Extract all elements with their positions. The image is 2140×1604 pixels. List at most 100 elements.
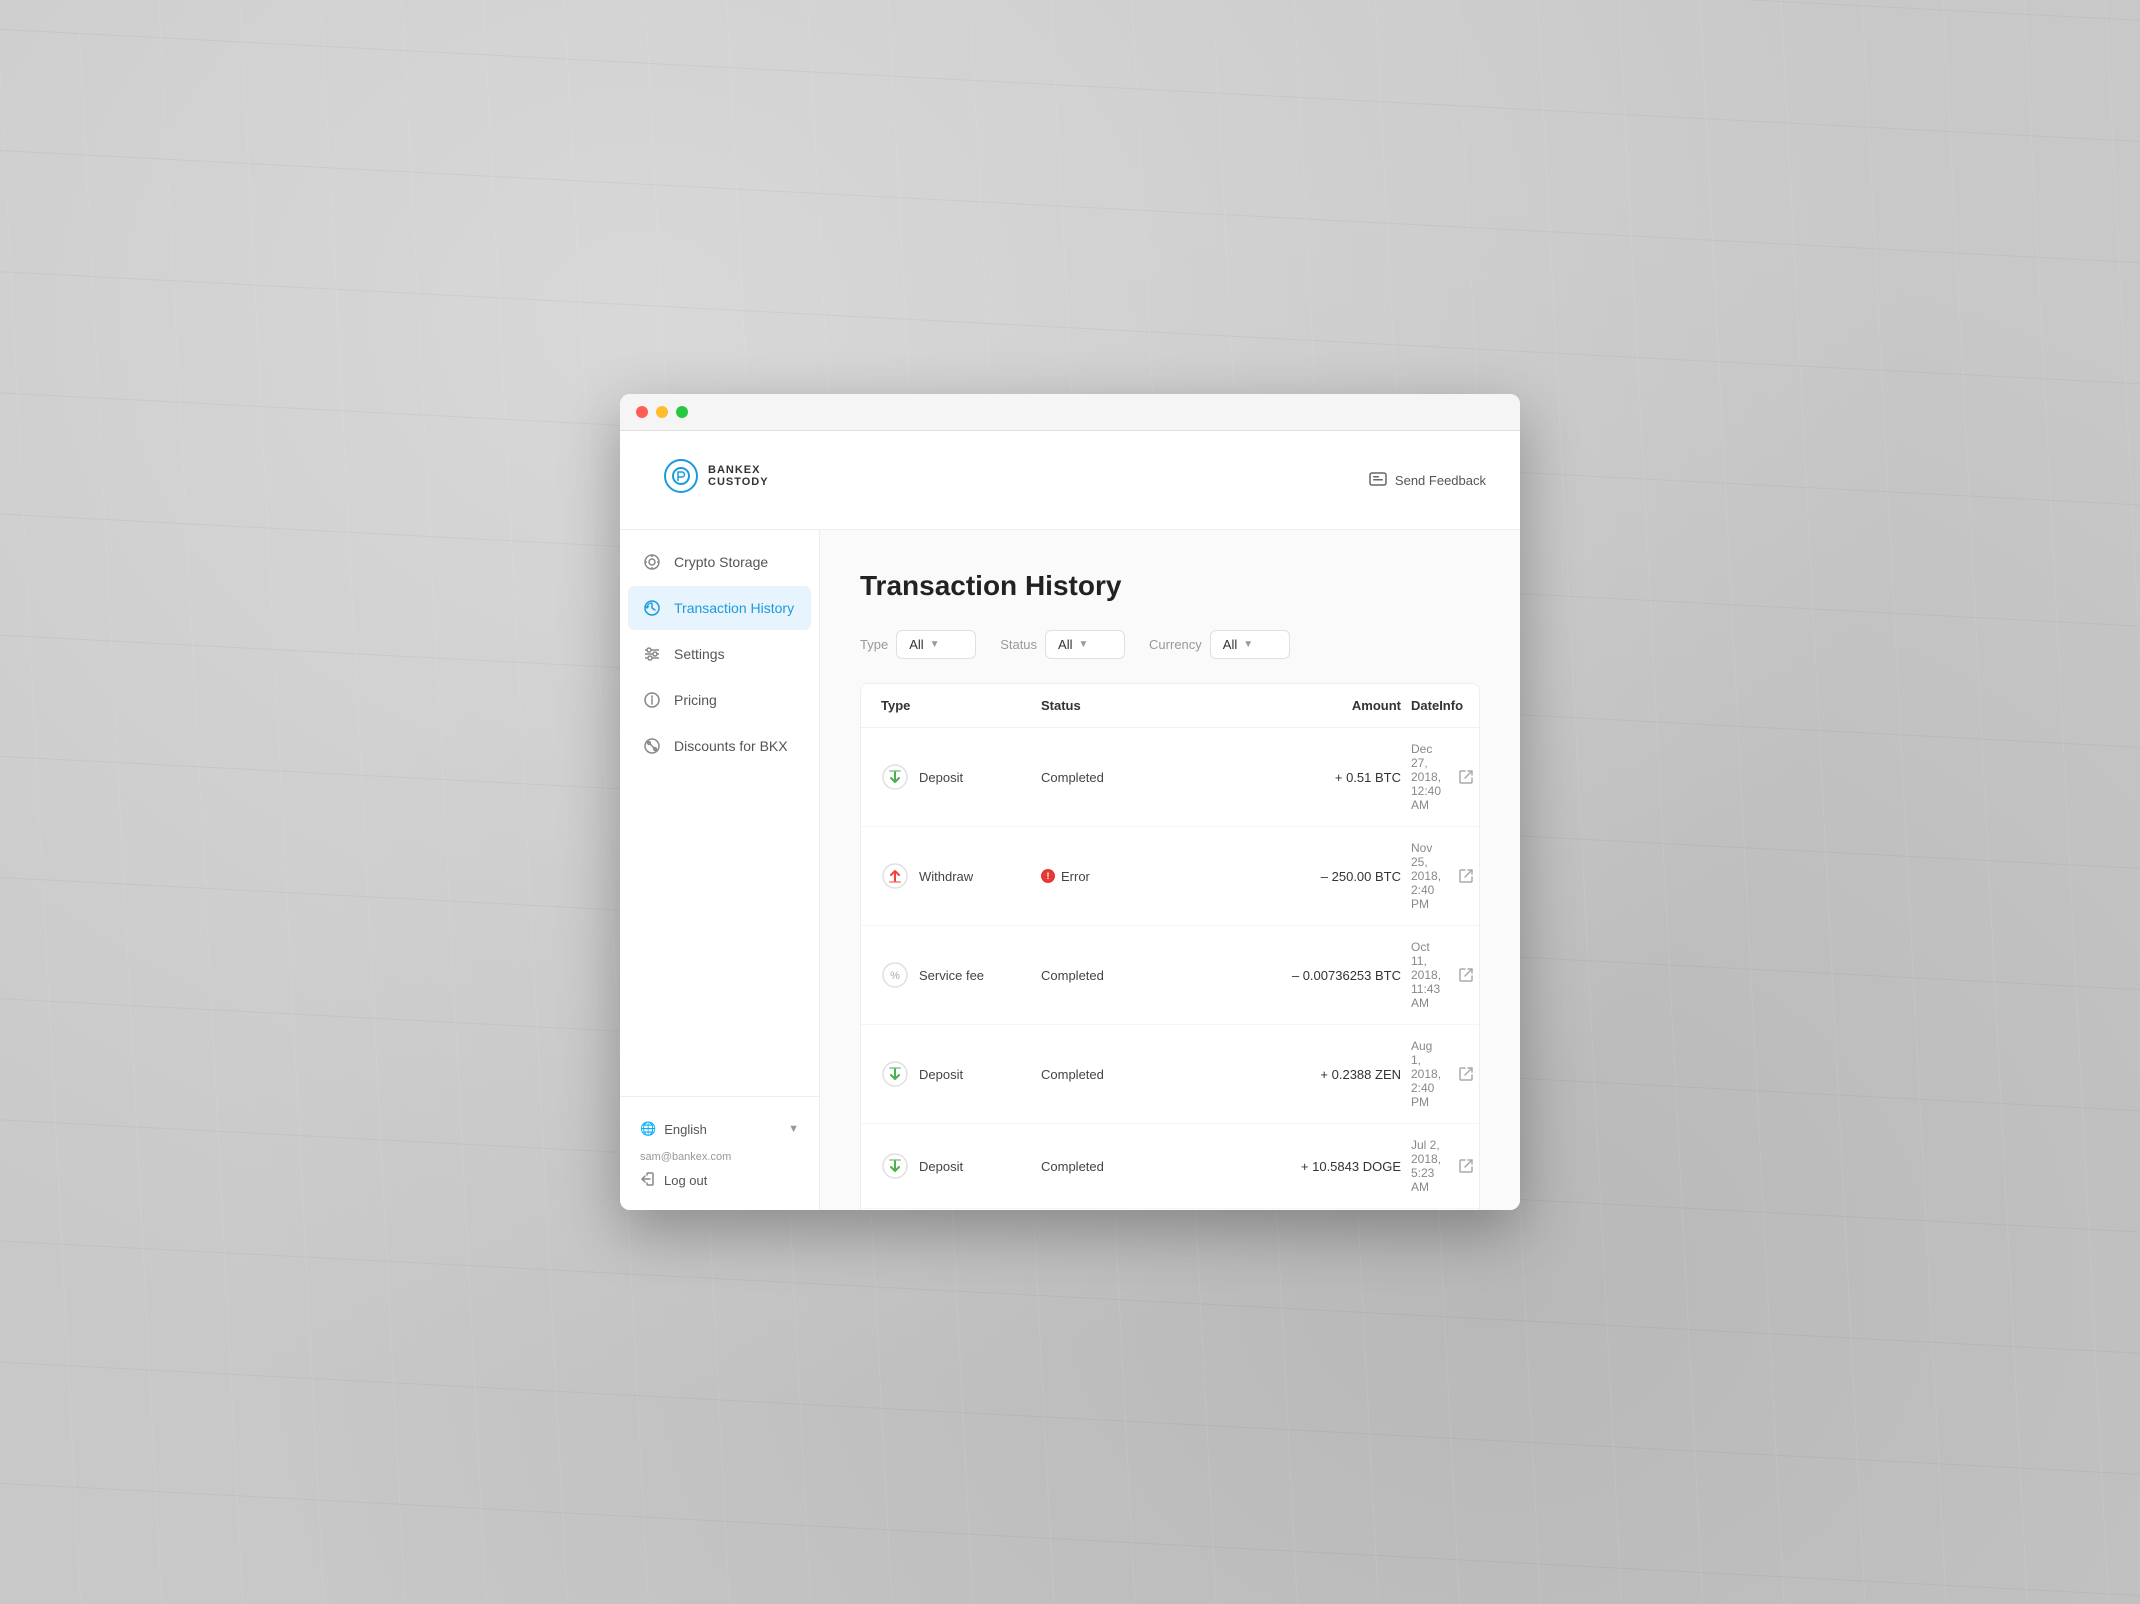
logo: BANKEX CUSTODY <box>644 443 789 517</box>
settings-label: Settings <box>674 646 725 662</box>
type-filter-select[interactable]: All ▼ <box>896 630 976 659</box>
sidebar-item-pricing[interactable]: Pricing <box>628 678 811 722</box>
error-dot-icon: ! <box>1041 869 1055 883</box>
app-header: BANKEX CUSTODY Send Feedback <box>620 431 1520 530</box>
info-cell[interactable] <box>1441 1064 1480 1084</box>
language-chevron-icon: ▼ <box>788 1123 799 1135</box>
main-content: Transaction History Type All ▼ Status Al… <box>820 530 1520 1210</box>
pricing-icon <box>642 690 662 710</box>
status-filter-group: Status All ▼ <box>1000 630 1125 659</box>
type-cell: % Service fee <box>881 961 1041 989</box>
error-status: ! Error <box>1041 869 1201 884</box>
info-cell[interactable] <box>1441 866 1480 886</box>
maximize-btn[interactable] <box>676 406 688 418</box>
sidebar-item-settings[interactable]: Settings <box>628 632 811 676</box>
crypto-storage-label: Crypto Storage <box>674 554 768 570</box>
info-link-icon[interactable] <box>1456 866 1476 886</box>
info-link-icon[interactable] <box>1456 1156 1476 1176</box>
sidebar-item-crypto-storage[interactable]: Crypto Storage <box>628 540 811 584</box>
currency-filter-label: Currency <box>1149 637 1202 652</box>
nav-items: Crypto Storage Transaction History <box>620 540 819 1096</box>
status-cell: Completed <box>1041 770 1201 785</box>
info-cell[interactable] <box>1441 965 1480 985</box>
col-type: Type <box>881 698 1041 713</box>
amount-cell: – 250.00 BTC <box>1201 869 1401 884</box>
pricing-label: Pricing <box>674 692 717 708</box>
app-window: BANKEX CUSTODY Send Feedback <box>620 394 1520 1210</box>
sidebar-item-transaction-history[interactable]: Transaction History <box>628 586 811 630</box>
status-filter-select[interactable]: All ▼ <box>1045 630 1125 659</box>
discounts-label: Discounts for BKX <box>674 738 788 754</box>
info-cell[interactable] <box>1441 1156 1480 1176</box>
table-row[interactable]: Withdraw ! Error – 250.00 BTC Nov 25, 20… <box>861 827 1479 926</box>
feedback-icon <box>1369 472 1387 489</box>
minimize-btn[interactable] <box>656 406 668 418</box>
logo-bankex: BANKEX <box>708 464 769 476</box>
table-header: Type Status Amount Date Info <box>861 684 1479 728</box>
amount-cell: – 0.00736253 BTC <box>1201 968 1401 983</box>
crypto-storage-icon <box>642 552 662 572</box>
sidebar-bottom: 🌐 English ▼ sam@bankex.com Log out <box>620 1096 819 1210</box>
info-link-icon[interactable] <box>1456 767 1476 787</box>
col-amount: Amount <box>1201 698 1401 713</box>
info-cell[interactable] <box>1441 767 1480 787</box>
date-cell: Oct 11, 2018, 11:43 AM <box>1401 940 1441 1010</box>
deposit-icon <box>881 763 909 791</box>
status-cell: Completed <box>1041 968 1201 983</box>
date-cell: Aug 1, 2018, 2:40 PM <box>1401 1039 1441 1109</box>
type-filter-group: Type All ▼ <box>860 630 976 659</box>
titlebar <box>620 394 1520 431</box>
service-fee-icon: % <box>881 961 909 989</box>
send-feedback-button[interactable]: Send Feedback <box>1359 466 1496 495</box>
type-cell: Withdraw <box>881 862 1041 890</box>
type-label: Deposit <box>919 1159 963 1174</box>
language-selector[interactable]: 🌐 English ▼ <box>640 1113 799 1145</box>
currency-filter-select[interactable]: All ▼ <box>1210 630 1290 659</box>
col-date: Date <box>1401 698 1439 713</box>
type-label: Deposit <box>919 770 963 785</box>
type-label: Withdraw <box>919 869 973 884</box>
transaction-history-icon <box>642 598 662 618</box>
transaction-history-label: Transaction History <box>674 600 794 616</box>
amount-cell: + 0.51 BTC <box>1201 770 1401 785</box>
sidebar-item-discounts[interactable]: Discounts for BKX <box>628 724 811 768</box>
user-email: sam@bankex.com <box>640 1145 799 1167</box>
type-filter-value: All <box>909 637 923 652</box>
currency-filter-value: All <box>1223 637 1237 652</box>
table-row[interactable]: % Service fee Completed – 0.00736253 BTC… <box>861 926 1479 1025</box>
feedback-label: Send Feedback <box>1395 473 1486 488</box>
table-row[interactable]: Deposit Completed + 0.51 BTC Dec 27, 201… <box>861 728 1479 827</box>
withdraw-error-icon <box>881 862 909 890</box>
status-filter-value: All <box>1058 637 1072 652</box>
type-filter-chevron-icon: ▼ <box>930 639 940 650</box>
filters-row: Type All ▼ Status All ▼ Currency <box>860 630 1480 659</box>
date-cell: Nov 25, 2018, 2:40 PM <box>1401 841 1441 911</box>
type-label: Deposit <box>919 1067 963 1082</box>
info-link-icon[interactable] <box>1456 965 1476 985</box>
language-label: English <box>664 1122 707 1137</box>
logo-custody: CUSTODY <box>708 476 769 488</box>
status-cell: Completed <box>1041 1159 1201 1174</box>
table-row[interactable]: Deposit Completed + 0.816243 ETH Jun 27,… <box>861 1209 1479 1210</box>
amount-cell: + 0.2388 ZEN <box>1201 1067 1401 1082</box>
logo-text: BANKEX CUSTODY <box>708 464 769 488</box>
col-status: Status <box>1041 698 1201 713</box>
logout-button[interactable]: Log out <box>640 1167 799 1194</box>
date-cell: Dec 27, 2018, 12:40 AM <box>1401 742 1441 812</box>
discounts-icon <box>642 736 662 756</box>
type-filter-label: Type <box>860 637 888 652</box>
status-cell: ! Error <box>1041 869 1201 884</box>
table-row[interactable]: Deposit Completed + 10.5843 DOGE Jul 2, … <box>861 1124 1479 1209</box>
type-cell: Deposit <box>881 763 1041 791</box>
close-btn[interactable] <box>636 406 648 418</box>
currency-filter-chevron-icon: ▼ <box>1243 639 1253 650</box>
settings-icon <box>642 644 662 664</box>
col-info: Info <box>1439 698 1480 713</box>
type-cell: Deposit <box>881 1060 1041 1088</box>
type-label: Service fee <box>919 968 984 983</box>
info-link-icon[interactable] <box>1456 1064 1476 1084</box>
table-row[interactable]: Deposit Completed + 0.2388 ZEN Aug 1, 20… <box>861 1025 1479 1124</box>
page-title: Transaction History <box>860 570 1480 602</box>
currency-filter-group: Currency All ▼ <box>1149 630 1290 659</box>
status-filter-label: Status <box>1000 637 1037 652</box>
